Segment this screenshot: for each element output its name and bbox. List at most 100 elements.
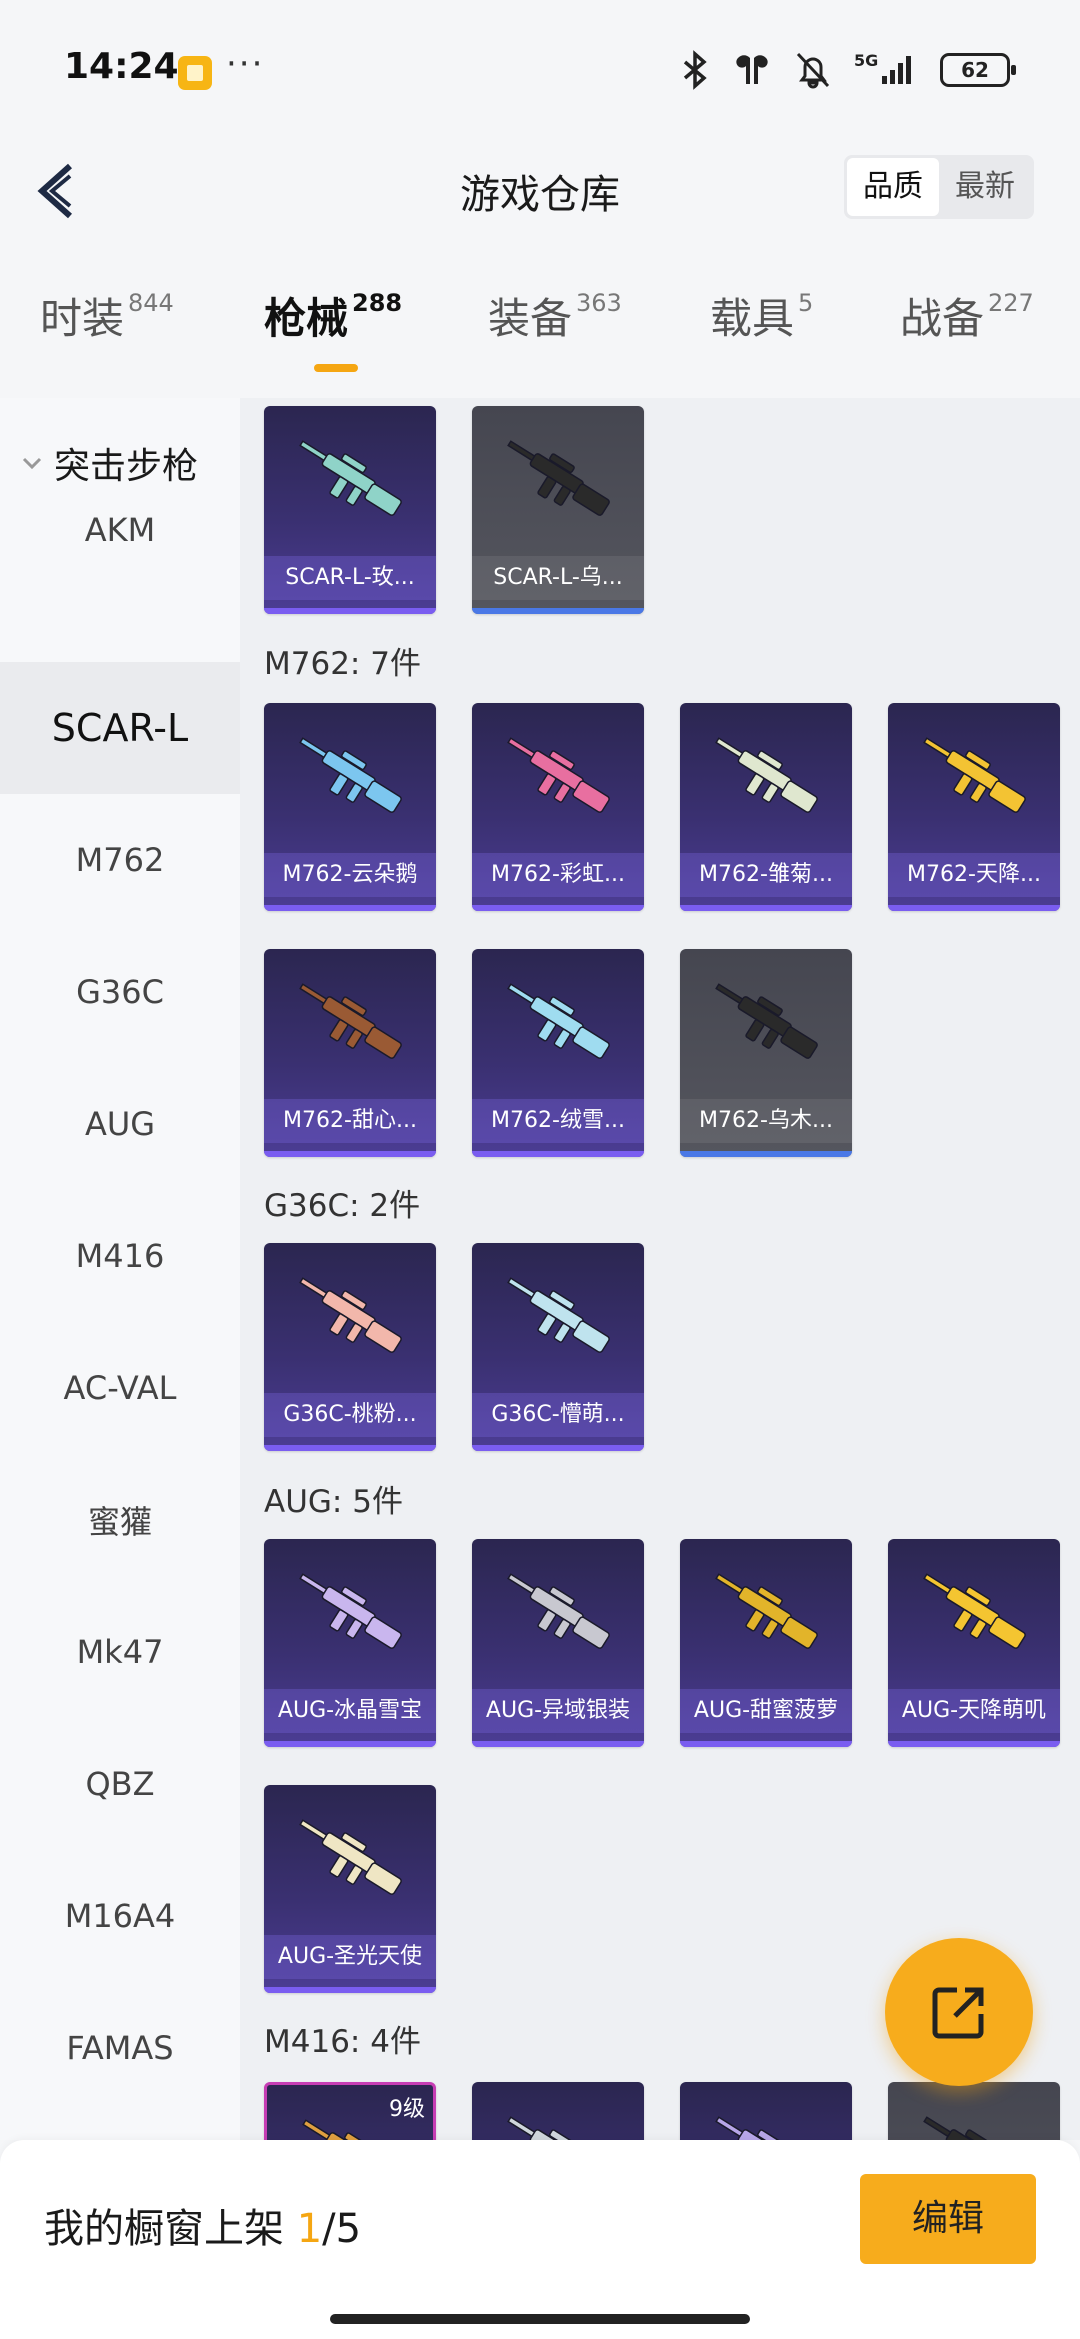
section-title-g36c: G36C: 2件 xyxy=(264,1188,421,1224)
tab-count: 844 xyxy=(128,289,174,317)
weapon-name: AUG-天降萌叽 xyxy=(888,1689,1060,1733)
section-title-m762: M762: 7件 xyxy=(264,646,421,682)
weapon-name: SCAR-L-玫... xyxy=(264,556,436,600)
weapon-name: G36C-桃粉... xyxy=(264,1393,436,1437)
rifle-icon xyxy=(299,1573,402,1649)
weapon-name: M762-雏菊... xyxy=(680,853,852,897)
sidebar-item-ac-val[interactable]: AC-VAL xyxy=(0,1322,240,1454)
weapon-card[interactable]: AUG-天降萌叽 xyxy=(888,1539,1060,1747)
sidebar-item-m16a4[interactable]: M16A4 xyxy=(0,1850,240,1982)
sort-quality-button[interactable]: 品质 xyxy=(847,158,939,216)
weapon-card[interactable]: 9级 xyxy=(264,2082,436,2140)
rifle-icon xyxy=(507,2116,584,2140)
weapon-card[interactable]: M762-天降... xyxy=(888,703,1060,911)
weapon-card[interactable]: G36C-懵萌... xyxy=(472,1243,644,1451)
rifle-icon xyxy=(923,1573,1026,1649)
share-icon xyxy=(932,1987,984,2039)
weapon-name: AUG-甜蜜菠萝 xyxy=(680,1689,852,1733)
weapon-name: M762-彩虹... xyxy=(472,853,644,897)
rifle-icon xyxy=(507,440,610,516)
weapon-card[interactable] xyxy=(680,2082,852,2140)
tab-fashion[interactable]: 时装 844 xyxy=(40,285,174,346)
weapon-card[interactable]: AUG-冰晶雪宝 xyxy=(264,1539,436,1747)
sort-newest-button[interactable]: 最新 xyxy=(939,158,1031,216)
rifle-icon xyxy=(923,2116,1000,2140)
showcase-text: 我的橱窗上架 xyxy=(44,2206,284,2252)
rifle-icon xyxy=(507,1573,610,1649)
weapon-card[interactable] xyxy=(472,2082,644,2140)
weapon-card[interactable]: M762-绒雪... xyxy=(472,949,644,1157)
rifle-icon xyxy=(299,440,402,516)
home-indicator xyxy=(330,2314,750,2324)
weapon-card[interactable]: M762-彩虹... xyxy=(472,703,644,911)
sidebar-item-scar-l[interactable]: SCAR-L xyxy=(0,662,240,794)
rifle-icon xyxy=(299,1277,402,1353)
active-tab-indicator xyxy=(314,364,358,372)
sidebar-item-m762[interactable]: M762 xyxy=(0,794,240,926)
tab-vehicles[interactable]: 载具 5 xyxy=(710,285,813,346)
weapon-name: AUG-圣光天使 xyxy=(264,1935,436,1979)
sidebar-item-m416[interactable]: M416 xyxy=(0,1190,240,1322)
weapon-card[interactable]: M762-乌木... xyxy=(680,949,852,1157)
weapon-card[interactable]: M762-甜心... xyxy=(264,949,436,1157)
sidebar-item-g36c[interactable]: G36C xyxy=(0,926,240,1058)
sidebar-item-famas[interactable]: FAMAS xyxy=(0,1982,240,2114)
weapon-card[interactable]: M762-云朵鹅 xyxy=(264,703,436,911)
signal-5g-icon: 5G xyxy=(854,51,911,84)
weapon-level-badge: 9级 xyxy=(389,2097,425,2122)
rifle-icon xyxy=(507,1277,610,1353)
weapon-name: G36C-懵萌... xyxy=(472,1393,644,1437)
nav-bar: 游戏仓库 品质 最新 xyxy=(0,140,1080,240)
rifle-icon xyxy=(299,983,402,1059)
weapon-name: AUG-冰晶雪宝 xyxy=(264,1689,436,1733)
weapon-card[interactable] xyxy=(888,2082,1060,2140)
edit-button[interactable]: 编辑 xyxy=(860,2174,1036,2264)
sidebar-item-qbz[interactable]: QBZ xyxy=(0,1718,240,1850)
sidebar-item-akm[interactable]: AKM xyxy=(0,464,240,596)
weapon-card[interactable]: M762-雏菊... xyxy=(680,703,852,911)
section-title-m416: M416: 4件 xyxy=(264,2024,421,2060)
weapon-name: AUG-异域银装 xyxy=(472,1689,644,1733)
more-notifications-icon: ··· xyxy=(226,44,265,84)
category-tabs: 时装 844 枪械 288 装备 363 载具 5 战备 227 xyxy=(0,285,1080,385)
weapon-card[interactable]: AUG-圣光天使 xyxy=(264,1785,436,1993)
sidebar-item-aug[interactable]: AUG xyxy=(0,1058,240,1190)
bluetooth-icon xyxy=(683,50,707,90)
tab-label: 装备 xyxy=(488,294,573,343)
tab-label: 战备 xyxy=(900,294,985,343)
tab-label: 时装 xyxy=(40,294,125,343)
tab-war-supplies[interactable]: 战备 227 xyxy=(900,285,1034,346)
weapon-card[interactable]: AUG-异域银装 xyxy=(472,1539,644,1747)
sidebar-item-honey-badger[interactable]: 蜜獾 xyxy=(0,1454,240,1586)
svg-text:5G: 5G xyxy=(854,51,878,70)
tab-firearms[interactable]: 枪械 288 xyxy=(264,285,402,346)
tab-equipment[interactable]: 装备 363 xyxy=(488,285,622,346)
rifle-icon xyxy=(715,2116,792,2140)
rifle-icon xyxy=(923,737,1026,813)
rifle-icon xyxy=(299,737,402,813)
showcase-count-current: 1 xyxy=(296,2206,323,2252)
tab-count: 288 xyxy=(352,289,403,317)
weapon-name: M762-云朵鹅 xyxy=(264,853,436,897)
weapon-card[interactable]: SCAR-L-乌... xyxy=(472,406,644,614)
status-icons: 5G 62 xyxy=(680,50,1016,90)
rifle-icon xyxy=(507,983,610,1059)
showcase-count-total: /5 xyxy=(322,2206,362,2252)
section-title-aug: AUG: 5件 xyxy=(264,1484,403,1520)
sidebar-item-mk47[interactable]: Mk47 xyxy=(0,1586,240,1718)
weapon-name: M762-绒雪... xyxy=(472,1099,644,1143)
status-time: 14:24 xyxy=(64,46,179,87)
weapon-card[interactable]: AUG-甜蜜菠萝 xyxy=(680,1539,852,1747)
notification-app-icon xyxy=(178,56,212,90)
earbuds-icon xyxy=(736,55,768,84)
tab-label: 枪械 xyxy=(264,294,349,343)
weapon-name: M762-天降... xyxy=(888,853,1060,897)
tab-label: 载具 xyxy=(710,294,795,343)
share-button[interactable] xyxy=(885,1938,1033,2086)
weapon-card[interactable]: G36C-桃粉... xyxy=(264,1243,436,1451)
weapon-card[interactable]: SCAR-L-玫... xyxy=(264,406,436,614)
weapon-name: M762-甜心... xyxy=(264,1099,436,1143)
rifle-icon xyxy=(507,737,610,813)
sort-toggle: 品质 最新 xyxy=(844,155,1034,219)
rifle-icon xyxy=(715,1573,818,1649)
